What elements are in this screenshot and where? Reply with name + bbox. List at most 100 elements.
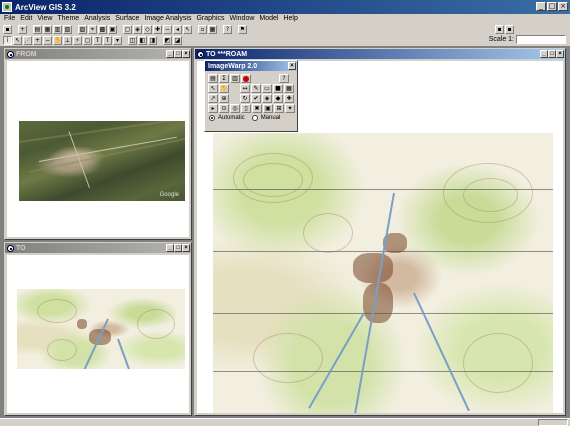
- find-icon[interactable]: ▧: [63, 24, 72, 34]
- iw-tool-h-icon[interactable]: ▣: [263, 104, 273, 113]
- iw-tool-a-icon[interactable]: ◈: [262, 94, 272, 103]
- iw-pan-icon[interactable]: ✋: [219, 84, 229, 93]
- to-view-window[interactable]: TO _ □ ×: [4, 242, 192, 416]
- iw-link-icon[interactable]: ↔: [240, 84, 250, 93]
- vertex-edit-icon[interactable]: ⋰: [23, 36, 32, 45]
- pan-icon[interactable]: ✋: [53, 36, 62, 45]
- manual-radio[interactable]: [251, 115, 258, 121]
- menu-graphics[interactable]: Graphics: [196, 15, 224, 22]
- menu-surface[interactable]: Surface: [115, 15, 139, 22]
- maximize-button[interactable]: □: [547, 2, 557, 11]
- open-table-icon[interactable]: ▥: [53, 24, 62, 34]
- menu-theme[interactable]: Theme: [57, 15, 79, 22]
- minimize-button[interactable]: _: [536, 2, 546, 11]
- iw-select-icon[interactable]: ↖: [208, 84, 218, 93]
- zoom-previous-icon[interactable]: ◂: [173, 24, 182, 34]
- extent-icon-1[interactable]: ▪: [495, 25, 504, 34]
- iw-check-icon[interactable]: ✔: [251, 94, 261, 103]
- iw-open-icon[interactable]: ▤: [208, 74, 218, 83]
- menu-model[interactable]: Model: [259, 15, 278, 22]
- draw-dropdown-icon[interactable]: ▾: [113, 36, 122, 45]
- text-icon[interactable]: T: [103, 36, 112, 45]
- iw-sum-icon[interactable]: Σ: [219, 74, 229, 83]
- imagewarp-palette[interactable]: ImageWarp 2.0 × ▤ Σ ▥ ? ↖ ✋ ↔ ✎ ▭ ■ ▦ ↗ …: [204, 60, 298, 132]
- zoom-selected-icon[interactable]: ◇: [143, 24, 152, 34]
- from-view-window[interactable]: FROM _ □ × Google: [4, 48, 192, 240]
- save-project-icon[interactable]: ▪: [3, 24, 12, 34]
- clear-selection-icon[interactable]: ▫: [198, 24, 207, 34]
- roam-close-button[interactable]: ×: [556, 50, 564, 58]
- menu-edit[interactable]: Edit: [20, 15, 32, 22]
- measure-icon[interactable]: ⟂: [63, 36, 72, 45]
- zoom-out-icon[interactable]: −: [43, 36, 52, 45]
- label-icon[interactable]: T: [93, 36, 102, 45]
- roam-maximize-button[interactable]: □: [548, 50, 556, 58]
- iw-tool-c-icon[interactable]: ✚: [284, 94, 294, 103]
- identify-icon[interactable]: i: [3, 36, 12, 45]
- roam-window-titlebar[interactable]: TO ***ROAM _ □ ×: [195, 49, 565, 59]
- topo-map-large[interactable]: [213, 133, 553, 413]
- menu-image-analysis[interactable]: Image Analysis: [144, 15, 191, 22]
- iw-tool-e-icon[interactable]: ⊙: [219, 104, 229, 113]
- arcview-app-icon[interactable]: [2, 2, 12, 12]
- layout-icon[interactable]: ▣: [108, 24, 117, 34]
- from-window-titlebar[interactable]: FROM _ □ ×: [5, 49, 191, 59]
- area-of-interest-icon[interactable]: ◻: [83, 36, 92, 45]
- from-view-canvas[interactable]: Google: [7, 61, 189, 237]
- zoom-out-fixed-icon[interactable]: −: [163, 24, 172, 34]
- pointer-icon[interactable]: ↖: [13, 36, 22, 45]
- from-close-button[interactable]: ×: [182, 50, 190, 58]
- close-button[interactable]: ×: [558, 2, 568, 11]
- menu-window[interactable]: Window: [230, 15, 255, 22]
- zoom-full-icon[interactable]: ▢: [123, 24, 132, 34]
- iw-pencil-icon[interactable]: ✎: [251, 84, 261, 93]
- iw-fill-icon[interactable]: ■: [273, 84, 283, 93]
- menu-help[interactable]: Help: [283, 15, 297, 22]
- georef-tool-2-icon[interactable]: ◧: [138, 36, 147, 45]
- iw-arrow-icon[interactable]: ↗: [208, 94, 218, 103]
- from-maximize-button[interactable]: □: [174, 50, 182, 58]
- iw-record-icon[interactable]: [241, 74, 251, 83]
- from-minimize-button[interactable]: _: [166, 50, 174, 58]
- topo-map-small[interactable]: [17, 289, 185, 369]
- to-close-button[interactable]: ×: [182, 244, 190, 252]
- chart-icon[interactable]: ▩: [98, 24, 107, 34]
- automatic-radio[interactable]: [209, 115, 215, 121]
- scale-input[interactable]: [516, 35, 566, 44]
- hotlink-icon[interactable]: ⚑: [238, 24, 247, 34]
- raster-tool-icon[interactable]: ◩: [163, 36, 172, 45]
- zoom-active-icon[interactable]: ◈: [133, 24, 142, 34]
- raster-tool-2-icon[interactable]: ◪: [173, 36, 182, 45]
- locate-address-icon[interactable]: ⌖: [88, 24, 97, 34]
- georef-tool-3-icon[interactable]: ◨: [148, 36, 157, 45]
- to-window-titlebar[interactable]: TO _ □ ×: [5, 243, 191, 253]
- query-builder-icon[interactable]: ▨: [78, 24, 87, 34]
- iw-zoom-icon[interactable]: ⊕: [219, 94, 229, 103]
- edit-legend-icon[interactable]: ▦: [43, 24, 52, 34]
- help-icon[interactable]: ?: [223, 24, 232, 34]
- imagewarp-close-button[interactable]: ×: [288, 62, 296, 70]
- iw-tool-g-icon[interactable]: ▯: [241, 104, 251, 113]
- hot-link-tool-icon[interactable]: ⚡: [73, 36, 82, 45]
- to-maximize-button[interactable]: □: [174, 244, 182, 252]
- select-features-icon[interactable]: ↖: [183, 24, 192, 34]
- extent-icon-2[interactable]: ▪: [505, 25, 514, 34]
- menu-analysis[interactable]: Analysis: [84, 15, 110, 22]
- iw-grid-icon[interactable]: ▦: [284, 84, 294, 93]
- iw-help-button[interactable]: ?: [279, 74, 289, 83]
- theme-properties-icon[interactable]: ▤: [33, 24, 42, 34]
- zoom-in-fixed-icon[interactable]: ✚: [153, 24, 162, 34]
- grid-icon[interactable]: ▦: [208, 24, 217, 34]
- to-minimize-button[interactable]: _: [166, 244, 174, 252]
- menu-file[interactable]: File: [4, 15, 15, 22]
- iw-rect-icon[interactable]: ▭: [262, 84, 272, 93]
- menu-view[interactable]: View: [37, 15, 52, 22]
- iw-delete-icon[interactable]: ✖: [252, 104, 262, 113]
- zoom-in-icon[interactable]: +: [33, 36, 42, 45]
- imagewarp-titlebar[interactable]: ImageWarp 2.0 ×: [205, 61, 297, 71]
- to-view-canvas[interactable]: [7, 255, 189, 413]
- satellite-image[interactable]: Google: [19, 121, 185, 201]
- iw-refresh-icon[interactable]: ↻: [240, 94, 250, 103]
- iw-tool-d-icon[interactable]: ▸: [208, 104, 218, 113]
- iw-tool-b-icon[interactable]: ◆: [273, 94, 283, 103]
